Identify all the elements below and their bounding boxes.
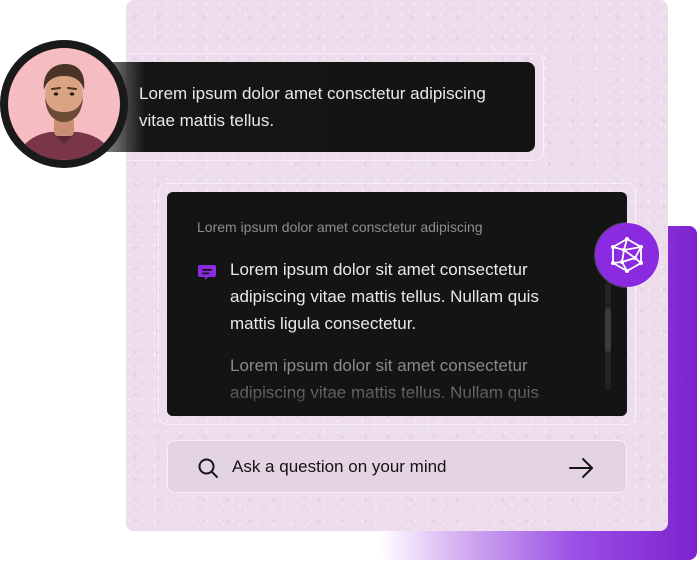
send-button[interactable] bbox=[565, 453, 599, 483]
answer-paragraph: Lorem ipsum dolor sit amet consectetur a… bbox=[230, 260, 539, 333]
scrollbar-thumb[interactable] bbox=[605, 308, 611, 352]
user-message-text: Lorem ipsum dolor amet consctetur adipis… bbox=[139, 84, 486, 130]
question-search-bar[interactable] bbox=[167, 440, 627, 493]
answer-fade-overlay bbox=[167, 377, 627, 416]
search-icon bbox=[197, 457, 219, 479]
chat-showcase: Lorem ipsum dolor amet consctetur adipis… bbox=[0, 0, 698, 561]
person-portrait-icon bbox=[16, 64, 114, 160]
answer-panel[interactable]: Lorem ipsum dolor amet consctetur adipis… bbox=[167, 192, 627, 416]
user-avatar bbox=[0, 40, 128, 168]
avatar-photo bbox=[8, 48, 120, 160]
chat-bubble-icon bbox=[197, 262, 217, 282]
ai-badge bbox=[595, 223, 659, 287]
arrow-right-icon bbox=[569, 458, 593, 478]
ai-crystal-icon bbox=[611, 237, 643, 273]
question-input[interactable] bbox=[232, 453, 552, 481]
answer-subtitle: Lorem ipsum dolor amet consctetur adipis… bbox=[197, 219, 483, 235]
